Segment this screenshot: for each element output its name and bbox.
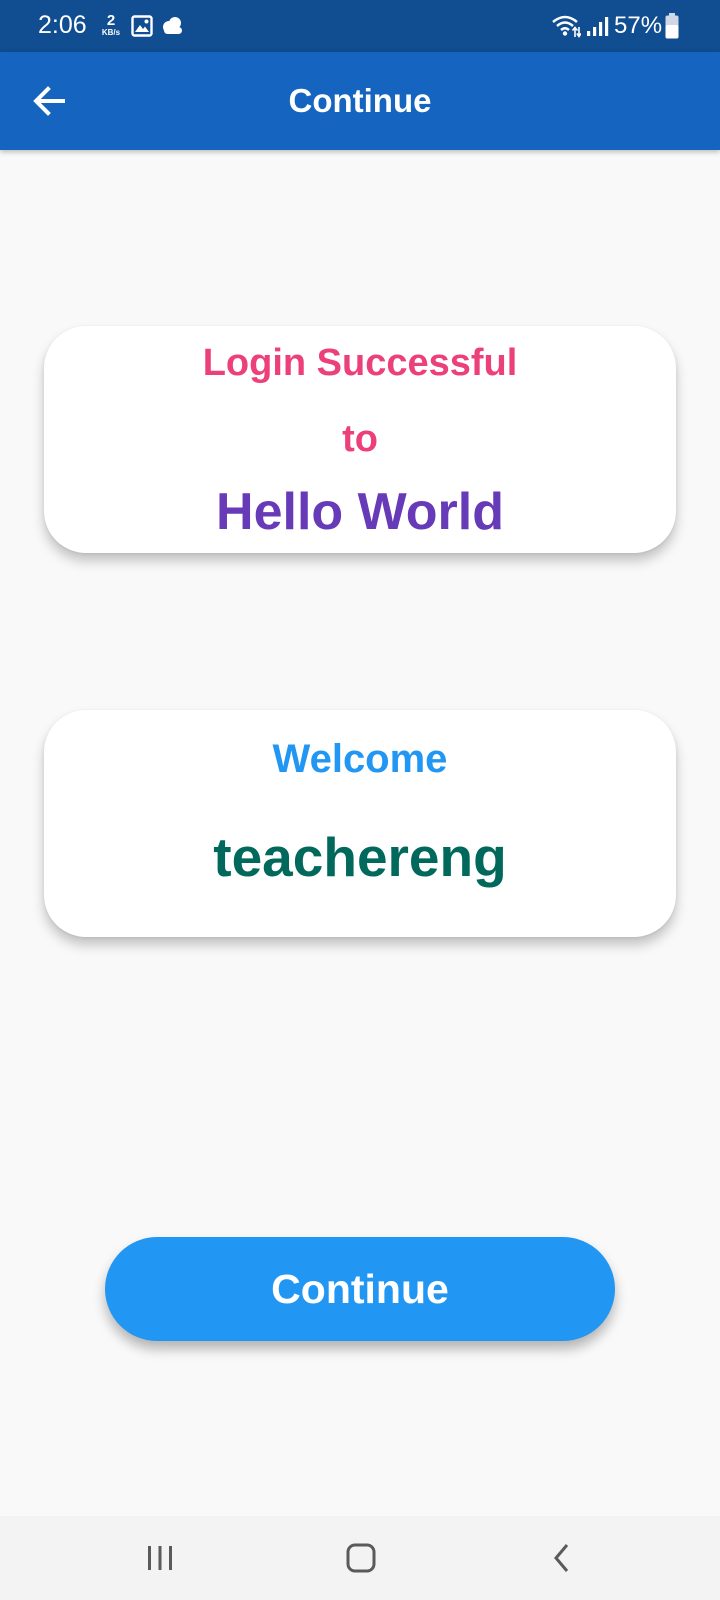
status-bar: 2:06 2 KB/s 57%: [0, 0, 720, 52]
battery-icon: [665, 13, 679, 44]
arrow-left-icon: [33, 86, 65, 116]
home-button[interactable]: [301, 1516, 421, 1600]
username: teachereng: [213, 826, 507, 888]
app-name: Hello World: [216, 483, 504, 541]
home-icon: [346, 1543, 376, 1573]
system-navigation-bar: [0, 1516, 720, 1600]
network-speed-unit: KB/s: [101, 28, 121, 37]
gallery-icon: [131, 15, 153, 42]
login-success-text: Login Successful: [202, 342, 518, 384]
app-bar-title: Continue: [288, 82, 432, 119]
app-bar: Continue: [0, 52, 720, 150]
network-speed-indicator: 2 KB/s: [98, 13, 124, 37]
system-back-button[interactable]: [503, 1516, 623, 1600]
battery-percentage: 57%: [614, 12, 663, 39]
wifi-icon: [551, 14, 582, 43]
network-speed-value: 2: [106, 12, 116, 29]
status-time: 2:06: [38, 11, 87, 39]
back-button[interactable]: [26, 77, 74, 125]
back-icon: [554, 1544, 569, 1572]
login-success-card: Login Successful to Hello World: [44, 326, 676, 553]
continue-button[interactable]: Continue: [105, 1237, 615, 1341]
cloud-icon: [160, 16, 186, 41]
welcome-text: Welcome: [272, 737, 448, 781]
to-text: to: [342, 418, 378, 460]
signal-icon: [586, 15, 610, 42]
recents-button[interactable]: [100, 1516, 220, 1600]
recents-icon: [148, 1546, 172, 1570]
welcome-card: Welcome teachereng: [44, 710, 676, 937]
